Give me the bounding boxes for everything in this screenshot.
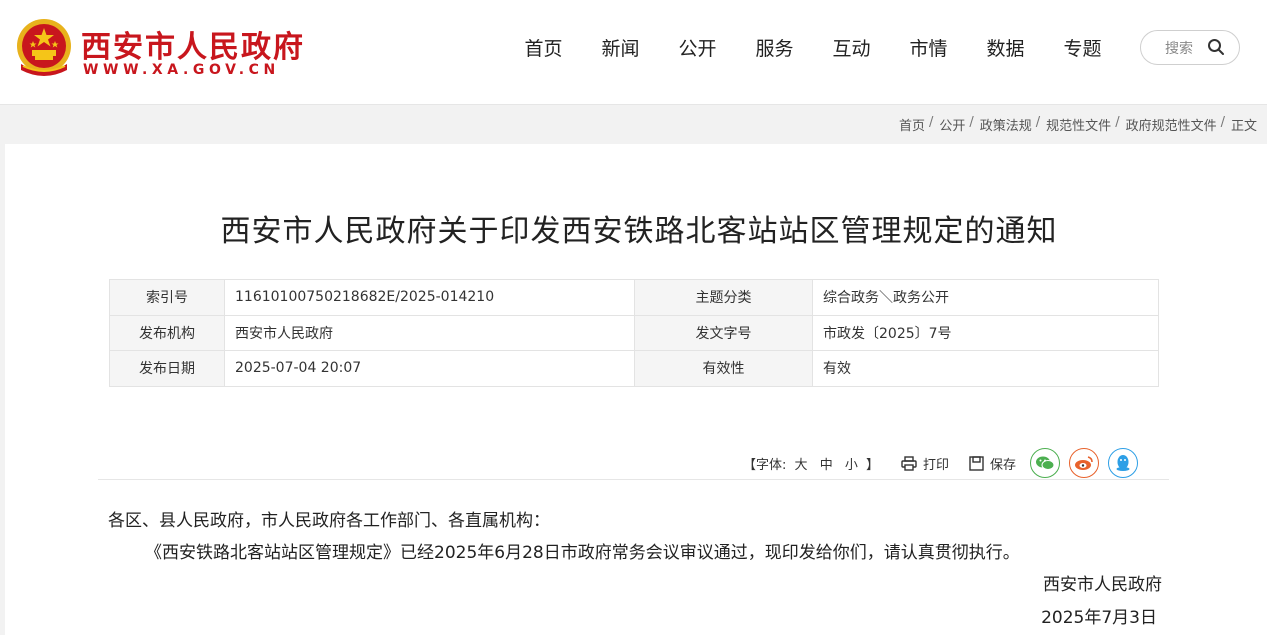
printer-icon: [901, 455, 917, 471]
nav-item-home[interactable]: 首页: [505, 35, 582, 63]
nav-item-public[interactable]: 公开: [659, 35, 736, 63]
save-icon: [969, 455, 984, 471]
meta-value-date: 2025-07-04 20:07: [224, 350, 635, 387]
article-paragraph: 《西安铁路北客站站区管理规定》已经2025年6月28日市政府常务会议审议通过，现…: [145, 543, 1020, 563]
breadcrumb-separator: /: [1035, 115, 1041, 130]
breadcrumb-policies[interactable]: 政策法规: [980, 115, 1032, 134]
meta-label-validity: 有效性: [634, 350, 813, 387]
nav-item-news[interactable]: 新闻: [582, 35, 659, 63]
table-row: 发布机构 西安市人民政府 发文字号 市政发〔2025〕7号: [109, 314, 1159, 351]
article-salutation: 各区、县人民政府，市人民政府各工作部门、各直属机构：: [108, 511, 550, 531]
meta-value-validity: 有效: [812, 350, 1159, 387]
article-toolbar: 【字体: 大 中 小 】 打印 保存: [743, 446, 1147, 480]
save-label: 保存: [990, 457, 1017, 473]
breadcrumb-home[interactable]: 首页: [899, 115, 925, 134]
national-emblem-icon: [17, 19, 71, 76]
breadcrumb-current: 正文: [1230, 119, 1257, 134]
breadcrumb-separator: /: [1115, 115, 1120, 130]
meta-value-topic: 综合政务＼政务公开: [812, 279, 1159, 316]
breadcrumb-public[interactable]: 公开: [939, 115, 965, 134]
article-title: 西安市人民政府关于印发西安铁路北客站站区管理规定的通知: [220, 214, 1058, 249]
search-icon[interactable]: [1207, 38, 1225, 56]
print-label: 打印: [923, 457, 950, 473]
share-wechat-button[interactable]: [1030, 448, 1061, 478]
nav-item-data[interactable]: 数据: [967, 35, 1044, 63]
site-name: 西安市人民政府: [81, 30, 305, 65]
save-button[interactable]: 保存: [969, 454, 1016, 473]
breadcrumb: 首页 / 公开 / 政策法规 / 规范性文件 / 政府规范性文件 / 正文: [899, 115, 1257, 134]
print-button[interactable]: 打印: [901, 454, 949, 473]
meta-label-doc-no: 发文字号: [634, 314, 813, 351]
weibo-icon: [1075, 456, 1093, 470]
font-size-label: 【字体:: [743, 457, 787, 473]
font-size-large-button[interactable]: 大: [795, 458, 808, 473]
site-logo[interactable]: 西安市人民政府 WWW.XA.GOV.CN: [13, 16, 313, 86]
share-weibo-button[interactable]: [1069, 448, 1100, 478]
site-header: 西安市人民政府 WWW.XA.GOV.CN 首页 新闻 公开 服务 互动 市情 …: [0, 0, 1267, 105]
nav-item-interaction[interactable]: 互动: [813, 35, 890, 63]
breadcrumb-separator: /: [969, 115, 974, 130]
search-input[interactable]: 搜索: [1140, 30, 1240, 65]
breadcrumb-gov-normative-docs[interactable]: 政府规范性文件: [1126, 115, 1217, 134]
content-divider: [98, 479, 1169, 480]
nav-item-services[interactable]: 服务: [736, 35, 813, 63]
table-row: 发布日期 2025-07-04 20:07 有效性 有效: [109, 350, 1159, 387]
main-nav: 首页 新闻 公开 服务 互动 市情 数据 专题: [505, 35, 1121, 63]
meta-label-topic: 主题分类: [634, 279, 813, 316]
search-placeholder: 搜索: [1165, 41, 1193, 57]
meta-value-doc-no: 市政发〔2025〕7号: [812, 314, 1159, 351]
site-url: WWW.XA.GOV.CN: [83, 62, 280, 78]
breadcrumb-separator: /: [1220, 115, 1225, 130]
article-meta-table: 索引号 11610100750218682E/2025-014210 主题分类 …: [109, 279, 1159, 387]
article-signature: 西安市人民政府: [1043, 575, 1162, 595]
article-card: 西安市人民政府关于印发西安铁路北客站站区管理规定的通知 索引号 11610100…: [5, 144, 1267, 635]
nav-item-city-info[interactable]: 市情: [890, 35, 967, 63]
wechat-icon: [1036, 456, 1055, 470]
nav-item-topics[interactable]: 专题: [1044, 35, 1121, 63]
breadcrumb-normative-docs[interactable]: 规范性文件: [1046, 115, 1111, 134]
share-qq-button[interactable]: [1108, 448, 1139, 478]
breadcrumb-separator: /: [928, 115, 934, 130]
meta-value-issuer: 西安市人民政府: [224, 314, 635, 351]
meta-label-issuer: 发布机构: [109, 314, 225, 351]
table-row: 索引号 11610100750218682E/2025-014210 主题分类 …: [109, 279, 1159, 316]
font-size-label-close: 】: [866, 457, 880, 473]
font-size-medium-button[interactable]: 中: [820, 458, 833, 473]
meta-label-index: 索引号: [109, 279, 225, 316]
meta-value-index: 11610100750218682E/2025-014210: [224, 279, 635, 316]
qq-icon: [1116, 455, 1130, 471]
meta-label-date: 发布日期: [109, 350, 225, 387]
font-size-control: 【字体: 大 中 小 】: [743, 454, 879, 473]
font-size-small-button[interactable]: 小: [845, 458, 858, 473]
article-date: 2025年7月3日: [1041, 608, 1157, 628]
